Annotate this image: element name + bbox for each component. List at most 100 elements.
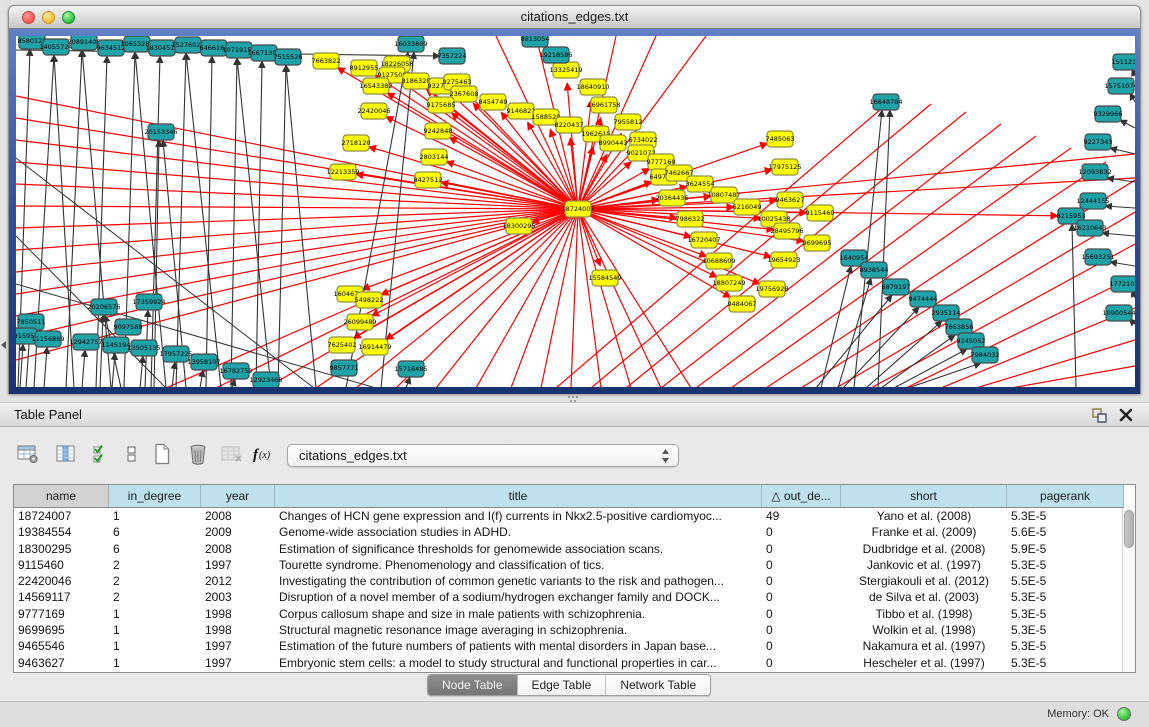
graph-node-label: 17359924: [132, 298, 165, 306]
cell-year: 2009: [201, 524, 275, 540]
table-row[interactable]: 946362711997Embryonic stem cells: a mode…: [14, 655, 1135, 671]
graph-node-label: 19654923: [767, 256, 800, 264]
column-header-year[interactable]: year: [201, 485, 275, 508]
delete-table-icon[interactable]: [218, 440, 246, 468]
tab-network-table[interactable]: Network Table: [605, 675, 710, 695]
cell-out_de: 0: [762, 589, 841, 605]
cell-pagerank: 5.6E-5: [1007, 524, 1124, 540]
tab-edge-table[interactable]: Edge Table: [517, 675, 606, 695]
graph-node-label: 12942757: [69, 338, 102, 346]
close-window-button[interactable]: [22, 11, 35, 24]
cell-short: Hescheler et al. (1997): [841, 655, 1007, 671]
graph-node-label: 15751074: [1104, 82, 1135, 90]
graph-node-label: 17957225: [159, 350, 192, 358]
column-header-title[interactable]: title: [275, 485, 762, 508]
column-header-name[interactable]: name: [14, 485, 109, 508]
minimize-window-button[interactable]: [42, 11, 55, 24]
table-row[interactable]: 946554611997Estimation of the future num…: [14, 638, 1135, 654]
column-header-short[interactable]: short: [841, 485, 1007, 508]
graph-node-label: 13958107: [187, 358, 220, 366]
graph-node-label: 8938544: [860, 266, 889, 274]
status-bar: Memory: OK: [0, 701, 1149, 727]
cell-title: Disruption of a novel member of a sodium…: [275, 589, 762, 605]
cell-pagerank: 5.3E-5: [1007, 622, 1124, 638]
network-window-titlebar[interactable]: citations_edges.txt: [8, 5, 1141, 29]
cell-in_degree: 6: [109, 541, 201, 557]
cell-year: 1998: [201, 622, 275, 638]
graph-node-label: 12923468: [249, 376, 282, 384]
cell-out_de: 0: [762, 557, 841, 573]
table-selector-dropdown[interactable]: citations_edges.txt: [287, 444, 679, 467]
graph-node-label: 7485063: [766, 135, 795, 143]
cell-in_degree: 1: [109, 508, 201, 524]
cell-in_degree: 1: [109, 606, 201, 622]
graph-node-label: 9275463: [443, 78, 472, 86]
table-body: 1872400712008Changes of HCN gene express…: [14, 508, 1135, 671]
cell-out_de: 0: [762, 606, 841, 622]
new-document-icon[interactable]: [148, 440, 176, 468]
vertical-scrollbar[interactable]: [1122, 508, 1135, 672]
table-header-row: namein_degreeyeartitle△ out_de...shortpa…: [14, 485, 1135, 508]
graph-node-label: 18640910: [576, 83, 609, 91]
graph-node-label: 7955812: [614, 118, 643, 126]
cell-title: Embryonic stem cells: a model to study s…: [275, 655, 762, 671]
graph-node-label: 20364436: [655, 194, 688, 202]
graph-node-label: 3624554: [686, 180, 715, 188]
table-settings-icon[interactable]: [14, 440, 42, 468]
table-selector-value: citations_edges.txt: [299, 448, 407, 463]
graph-node-label: 15716485: [394, 365, 427, 373]
select-rows-icon[interactable]: [88, 440, 116, 468]
graph-node-label: 9329966: [1094, 110, 1123, 118]
graph-node-label: 5498222: [355, 296, 384, 304]
graph-node-label: 7663856: [945, 323, 974, 331]
float-panel-icon[interactable]: [1092, 408, 1107, 423]
graph-node-label: 7984032: [971, 351, 1000, 359]
row-height-icon[interactable]: [118, 440, 146, 468]
table-row[interactable]: 1938455462009Genome-wide association stu…: [14, 524, 1135, 540]
graph-node-label: 20153346: [144, 128, 177, 136]
cell-year: 2003: [201, 589, 275, 605]
cell-year: 1998: [201, 606, 275, 622]
delete-trash-icon[interactable]: [184, 440, 212, 468]
graph-node-label: 13505135: [127, 344, 160, 352]
graph-node-label: 7850511: [17, 318, 46, 326]
table-toolbar: f (x) citations_edges.txt: [0, 436, 1149, 474]
graph-node-label: 7515526: [274, 53, 303, 61]
cell-name: 19384554: [14, 524, 109, 540]
table-row[interactable]: 1456911722003Disruption of a novel membe…: [14, 589, 1135, 605]
graph-node-label: 16210643: [1073, 224, 1106, 232]
cell-year: 2008: [201, 508, 275, 524]
cell-out_de: 0: [762, 622, 841, 638]
graph-node-label: 2718120: [342, 139, 371, 147]
cell-out_de: 49: [762, 508, 841, 524]
table-row[interactable]: 2242004622012Investigating the contribut…: [14, 573, 1135, 589]
graph-node-label: 18300295: [502, 222, 535, 230]
column-header-out_de[interactable]: △ out_de...: [762, 485, 841, 508]
graph-node-label: 16033809: [394, 40, 427, 48]
column-chooser-icon[interactable]: [52, 440, 80, 468]
graph-node-label: 20206576: [87, 303, 120, 311]
column-header-in_degree[interactable]: in_degree: [109, 485, 201, 508]
graph-node-label: 22420046: [357, 107, 390, 115]
graph-node-label: 16648784: [869, 98, 902, 106]
column-header-pagerank[interactable]: pagerank: [1007, 485, 1124, 508]
panel-collapse-arrow-icon[interactable]: [1, 341, 6, 349]
table-row[interactable]: 911546021997Tourette syndrome. Phenomeno…: [14, 557, 1135, 573]
table-row[interactable]: 1872400712008Changes of HCN gene express…: [14, 508, 1135, 524]
cell-name: 22420046: [14, 573, 109, 589]
zoom-window-button[interactable]: [62, 11, 75, 24]
scrollbar-thumb[interactable]: [1124, 510, 1134, 548]
cell-title: Structural magnetic resonance image aver…: [275, 622, 762, 638]
function-builder-icon[interactable]: f (x): [250, 440, 278, 468]
table-row[interactable]: 1830029562008Estimation of significance …: [14, 541, 1135, 557]
tab-node-table[interactable]: Node Table: [428, 675, 517, 695]
graph-node-label: 8220437: [555, 121, 584, 129]
table-panel-header: Table Panel: [0, 402, 1149, 427]
network-canvas[interactable]: 1872400718300295766382289129551822605891…: [16, 36, 1135, 387]
graph-node-label: 6879197: [882, 283, 911, 291]
table-row[interactable]: 969969511998Structural magnetic resonanc…: [14, 622, 1135, 638]
cell-year: 1997: [201, 655, 275, 671]
table-row[interactable]: 977716911998Corpus callosum shape and si…: [14, 606, 1135, 622]
close-panel-icon[interactable]: [1119, 408, 1133, 422]
cell-in_degree: 1: [109, 655, 201, 671]
